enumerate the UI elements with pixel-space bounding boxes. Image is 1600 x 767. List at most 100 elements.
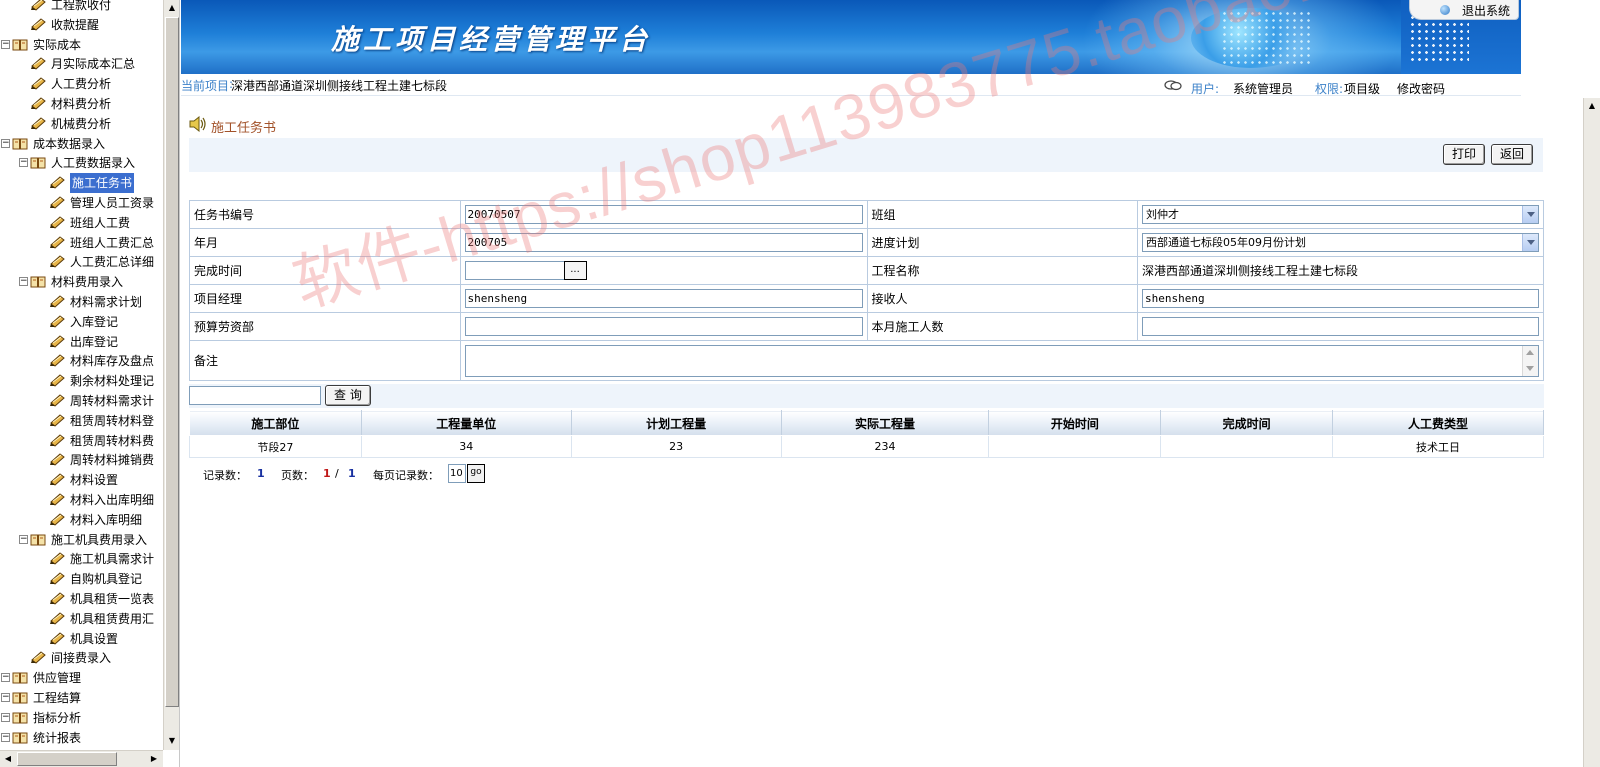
tree-item[interactable]: 施工任务书 [0, 173, 162, 194]
scroll-thumb[interactable] [165, 17, 179, 707]
query-input[interactable] [189, 386, 321, 405]
finish-time-input[interactable] [464, 261, 565, 280]
tree-item-label: 间接费录入 [51, 651, 112, 666]
team-select[interactable]: 刘仲才 [1142, 205, 1539, 224]
scroll-up-arrow-icon[interactable] [1526, 349, 1534, 355]
open-book-icon [30, 276, 46, 288]
tree-vertical-scrollbar[interactable]: ▲ ▼ [163, 0, 179, 750]
tree-expander-icon[interactable]: − [1, 732, 10, 742]
tree-item[interactable]: 管理人员工资录 [0, 193, 162, 213]
tree-item[interactable]: − 人工费数据录入 [0, 153, 162, 173]
speaker-icon [189, 116, 206, 132]
tree-item-label: 材料需求计划 [70, 295, 143, 309]
tree-item[interactable]: − 施工机具费用录入 [0, 530, 162, 550]
tree-item[interactable]: − 实际成本 [0, 35, 162, 55]
tree-item[interactable]: − 材料费用录入 [0, 272, 162, 292]
scroll-up-arrow-icon[interactable]: ▲ [164, 0, 179, 16]
tree-item-label: 指标分析 [33, 710, 82, 725]
tree-expander-icon[interactable]: − [1, 138, 10, 148]
logout-button[interactable]: 退出系统 [1409, 0, 1519, 20]
scroll-left-arrow-icon[interactable]: ◀ [0, 751, 16, 767]
tree-expander-icon[interactable]: − [1, 39, 10, 49]
scroll-right-arrow-icon[interactable]: ▶ [146, 751, 162, 767]
tree-item[interactable]: 收款提醒 [0, 15, 162, 35]
textarea-scrollbar[interactable] [1522, 345, 1538, 376]
tree-item[interactable]: 间接费录入 [0, 648, 162, 668]
chevron-down-icon[interactable] [1522, 234, 1538, 251]
table-row[interactable]: 节段27 34 23 234 技术工日 [189, 435, 1544, 458]
tree-item[interactable]: 材料费分析 [0, 94, 162, 114]
scroll-up-arrow-icon[interactable]: ▲ [1584, 98, 1600, 114]
per-page-input[interactable]: 10 [448, 464, 466, 483]
tree-item[interactable]: 周转材料需求计 [0, 391, 162, 411]
tree-item[interactable]: 租赁周转材料费 [0, 431, 162, 451]
tree-item[interactable]: 材料入库明细 [0, 510, 162, 530]
remark-textarea[interactable] [464, 344, 1539, 377]
tree-item-label: 成本数据录入 [33, 136, 106, 151]
tree-expander-icon[interactable]: − [1, 673, 10, 683]
document-pencil-icon [50, 374, 65, 387]
tree-item[interactable]: 自购机具登记 [0, 569, 162, 589]
scroll-down-arrow-icon[interactable]: ▼ [164, 733, 179, 749]
grid-column-header[interactable]: 施工部位 [189, 410, 362, 436]
tree-item[interactable]: − 供应管理 [0, 668, 162, 688]
tree-item[interactable]: 入库登记 [0, 312, 162, 332]
tree-expander-icon[interactable]: − [19, 277, 28, 287]
grid-column-header[interactable]: 实际工程量 [780, 410, 990, 436]
content-vertical-scrollbar[interactable]: ▲ [1583, 98, 1600, 767]
manager-input[interactable] [464, 289, 863, 308]
chevron-down-icon[interactable] [1522, 206, 1538, 223]
scroll-thumb[interactable] [17, 752, 117, 766]
tree-item[interactable]: − 成本数据录入 [0, 134, 162, 154]
tree-item[interactable]: 机械费分析 [0, 114, 162, 134]
tree-expander-icon[interactable]: − [19, 534, 28, 544]
tree-item[interactable]: 机具租赁一览表 [0, 589, 162, 609]
tree-expander-icon[interactable]: − [1, 693, 10, 702]
print-button[interactable]: 打印 [1443, 144, 1486, 165]
tree-item[interactable]: 材料设置 [0, 470, 162, 490]
year-month-input[interactable] [464, 233, 863, 252]
workers-input[interactable] [1142, 317, 1539, 336]
change-password-link[interactable]: 修改密码 [1397, 80, 1445, 97]
tree-item[interactable]: 班组人工费 [0, 213, 162, 233]
tree-expander-icon[interactable]: − [19, 158, 28, 168]
grid-column-header[interactable]: 计划工程量 [570, 410, 782, 436]
tree-item[interactable]: 工程款收付 [0, 0, 162, 15]
budget-dept-input[interactable] [464, 317, 863, 336]
tree-item[interactable]: 班组人工费汇总 [0, 233, 162, 253]
tree-item[interactable]: − 统计报表 [0, 728, 162, 748]
tree-item[interactable]: 人工费分析 [0, 74, 162, 94]
grid-column-header[interactable]: 完成时间 [1160, 410, 1334, 436]
schedule-select[interactable]: 西部通道七标段05年09月份计划 [1142, 233, 1539, 252]
header-banner: 施工项目经营管理平台 退出系统 [181, 0, 1521, 74]
scroll-down-arrow-icon[interactable] [1526, 365, 1534, 371]
tree-item[interactable]: 出库登记 [0, 332, 162, 352]
tree-item[interactable]: 材料入出库明细 [0, 490, 162, 510]
go-button[interactable]: go [467, 464, 485, 483]
tree-item[interactable]: 材料需求计划 [0, 292, 162, 312]
tree-item[interactable]: 周转材料摊销费 [0, 450, 162, 470]
receiver-input[interactable] [1142, 289, 1539, 308]
table-cell [1160, 435, 1334, 458]
tree-item[interactable]: 剩余材料处理记 [0, 371, 162, 391]
tree-item[interactable]: 人工费汇总详细 [0, 252, 162, 272]
tree-item[interactable]: 材料库存及盘点 [0, 351, 162, 371]
task-form: 任务书编号 班组 刘仲才 年月 进度计划 西部通道七标段05年09月份计划 完成… [189, 200, 1544, 381]
back-button[interactable]: 返回 [1491, 144, 1534, 165]
grid-column-header[interactable]: 工程量单位 [360, 410, 572, 436]
tree-item[interactable]: − 工程结算 [0, 688, 162, 708]
tree-item[interactable]: − 指标分析 [0, 708, 162, 728]
tree-item[interactable]: 机具租赁费用汇 [0, 609, 162, 629]
tree-item[interactable]: 施工机具需求计 [0, 549, 162, 569]
tree-horizontal-scrollbar[interactable]: ◀ ▶ [0, 750, 163, 767]
current-project-value: 深港西部通道深圳侧接线工程土建七标段 [231, 79, 448, 93]
tree-item[interactable]: 机具设置 [0, 629, 162, 649]
tree-item[interactable]: 月实际成本汇总 [0, 54, 162, 74]
grid-column-header[interactable]: 开始时间 [988, 410, 1162, 436]
tree-item[interactable]: 租赁周转材料登 [0, 411, 162, 431]
tree-expander-icon[interactable]: − [1, 712, 10, 722]
query-button[interactable]: 查 询 [325, 385, 371, 406]
date-picker-button[interactable]: ... [563, 261, 587, 280]
task-no-input[interactable] [464, 205, 863, 224]
grid-column-header[interactable]: 人工费类型 [1332, 410, 1544, 436]
